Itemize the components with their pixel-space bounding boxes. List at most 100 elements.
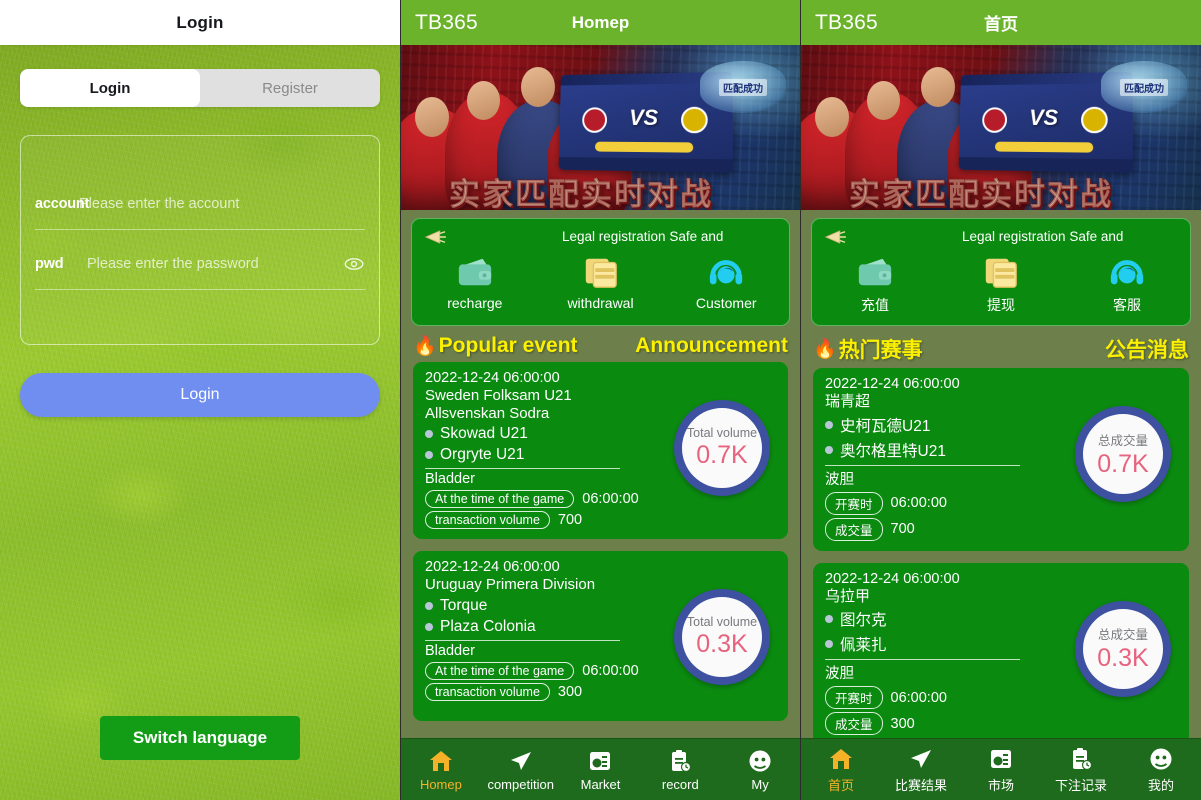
profile-face-icon	[749, 750, 771, 771]
quick-action-label: withdrawal	[567, 295, 634, 311]
volume-chip: transaction volume	[425, 511, 550, 530]
kickoff-value: 06:00:00	[890, 689, 947, 706]
quick-action-customer[interactable]: 客服	[1064, 253, 1190, 315]
login-screen: Login Login Register account pwd	[0, 0, 400, 800]
tab-label: competition	[487, 776, 554, 792]
match-card[interactable]: 2022-12-24 06:00:00 Sweden Folksam U21 A…	[413, 362, 788, 540]
market-icon	[991, 749, 1011, 768]
tab-my[interactable]: 我的	[1121, 746, 1201, 794]
quick-action-label: recharge	[447, 295, 503, 311]
tab-market[interactable]: Market	[561, 748, 641, 792]
match-card[interactable]: 2022-12-24 06:00:00 瑞青超 史柯瓦德U21 奥尔格里特U21…	[813, 368, 1189, 551]
market-icon	[590, 751, 611, 770]
divider	[425, 640, 620, 642]
team-dot-icon	[825, 640, 833, 649]
quick-action-withdrawal[interactable]: 提现	[938, 253, 1064, 315]
match-league: Uruguay Primera Division	[425, 576, 596, 594]
total-volume-gauge: Total volume 0.3K	[674, 589, 770, 686]
kickoff-chip: 开赛时	[825, 686, 883, 710]
tab-record[interactable]: 下注记录	[1041, 746, 1121, 794]
app-brand-zh: TB365	[815, 10, 878, 34]
tab-label: 下注记录	[1054, 777, 1107, 793]
login-submit-button[interactable]: Login	[20, 373, 380, 417]
player-head	[815, 97, 849, 137]
tab-label: My	[751, 776, 769, 792]
team-dot-icon	[425, 430, 433, 439]
player-head	[521, 67, 555, 107]
match-card[interactable]: 2022-12-24 06:00:00 乌拉甲 图尔克 佩莱扎 波胆 开赛时 0…	[813, 562, 1189, 738]
tab-record[interactable]: record	[640, 748, 720, 792]
tab-login[interactable]: Login	[20, 69, 200, 107]
player-head	[467, 81, 500, 120]
clipboard-clock-icon	[672, 749, 692, 772]
team-name: Torque	[440, 597, 488, 615]
page-title: Login	[176, 12, 224, 32]
popular-section-left: 🔥 Popular event	[413, 334, 578, 358]
promo-banner-zh[interactable]: VS 匹配成功 实家匹配实时对战	[801, 45, 1201, 210]
tab-label: Market	[580, 776, 621, 792]
auth-tab-switch: Login Register	[20, 69, 380, 107]
profile-face-icon	[1150, 748, 1172, 769]
match-league: 瑞青超	[825, 393, 871, 410]
vs-label: VS	[628, 104, 659, 131]
match-date: 2022-12-24 06:00:00	[425, 559, 560, 576]
wallet-icon	[458, 258, 491, 286]
account-input[interactable]	[79, 195, 365, 212]
switch-language-button[interactable]: Switch language	[100, 716, 300, 760]
match-card[interactable]: 2022-12-24 06:00:00 Uruguay Primera Divi…	[413, 551, 788, 722]
player-head	[415, 97, 449, 137]
tab-label: 比赛结果	[894, 777, 947, 793]
match-success-text: 匹配成功	[1120, 78, 1168, 96]
cards-icon	[985, 258, 1017, 288]
team-dot-icon	[825, 445, 833, 454]
kickoff-chip: At the time of the game	[425, 662, 575, 681]
tab-register[interactable]: Register	[200, 69, 380, 107]
volume-chip: 成交量	[825, 517, 883, 541]
gauge-caption: Total volume	[686, 615, 758, 630]
tab-market[interactable]: 市场	[961, 746, 1041, 794]
announcement-title[interactable]: Announcement	[635, 334, 788, 358]
gauge-caption: 总成交量	[1097, 433, 1148, 448]
team-name: 史柯瓦德U21	[840, 417, 931, 435]
team-dot-icon	[825, 420, 833, 429]
bottom-tabbar-en: Homep competition Market record My	[401, 738, 800, 800]
tab-competition[interactable]: competition	[481, 748, 561, 792]
quick-action-recharge[interactable]: recharge	[412, 253, 538, 311]
match-league: Sweden Folksam U21 Allsvenskan Sodra	[425, 387, 572, 422]
volume-chip: transaction volume	[425, 683, 550, 702]
tab-label: 市场	[987, 777, 1014, 793]
section-header-zh: 🔥 热门赛事 公告消息	[801, 326, 1201, 368]
team-name: Orgryte U21	[440, 446, 525, 464]
promo-banner-en[interactable]: VS 匹配成功 实家匹配实时对战	[401, 45, 800, 210]
password-row: pwd	[35, 238, 365, 290]
gauge-value: 0.3K	[696, 630, 748, 659]
tab-competition[interactable]: 比赛结果	[881, 746, 961, 794]
match-date: 2022-12-24 06:00:00	[825, 570, 960, 587]
popular-event-title: Popular event	[438, 334, 578, 357]
kickoff-value: 06:00:00	[890, 495, 947, 512]
team-dot-icon	[425, 602, 433, 611]
tab-my[interactable]: My	[720, 748, 800, 792]
volume-value: 700	[557, 512, 583, 529]
announcement-title[interactable]: 公告消息	[1105, 334, 1189, 364]
popular-event-title: 热门赛事	[838, 339, 923, 362]
quick-action-withdrawal[interactable]: withdrawal	[538, 253, 664, 311]
megaphone-icon	[824, 230, 846, 244]
megaphone-icon	[424, 230, 446, 244]
tab-home[interactable]: 首页	[801, 746, 881, 794]
password-input[interactable]	[87, 255, 343, 272]
gauge-value: 0.7K	[1097, 449, 1149, 478]
player-head	[867, 81, 900, 120]
paper-plane-icon	[510, 751, 531, 770]
tab-home[interactable]: Homep	[401, 748, 481, 792]
login-titlebar: Login	[0, 0, 400, 45]
quick-action-label: 提现	[987, 297, 1015, 313]
volume-row: 成交量 700	[825, 517, 1177, 541]
app-header-zh: TB365 首页	[801, 0, 1201, 45]
match-card-list-en: 2022-12-24 06:00:00 Sweden Folksam U21 A…	[401, 362, 800, 738]
eye-icon[interactable]	[343, 253, 365, 275]
quick-action-recharge[interactable]: 充值	[812, 253, 938, 315]
quick-action-customer[interactable]: Customer	[663, 253, 789, 311]
clipboard-clock-icon	[1073, 747, 1093, 770]
team-name: Skowad U21	[440, 425, 528, 443]
